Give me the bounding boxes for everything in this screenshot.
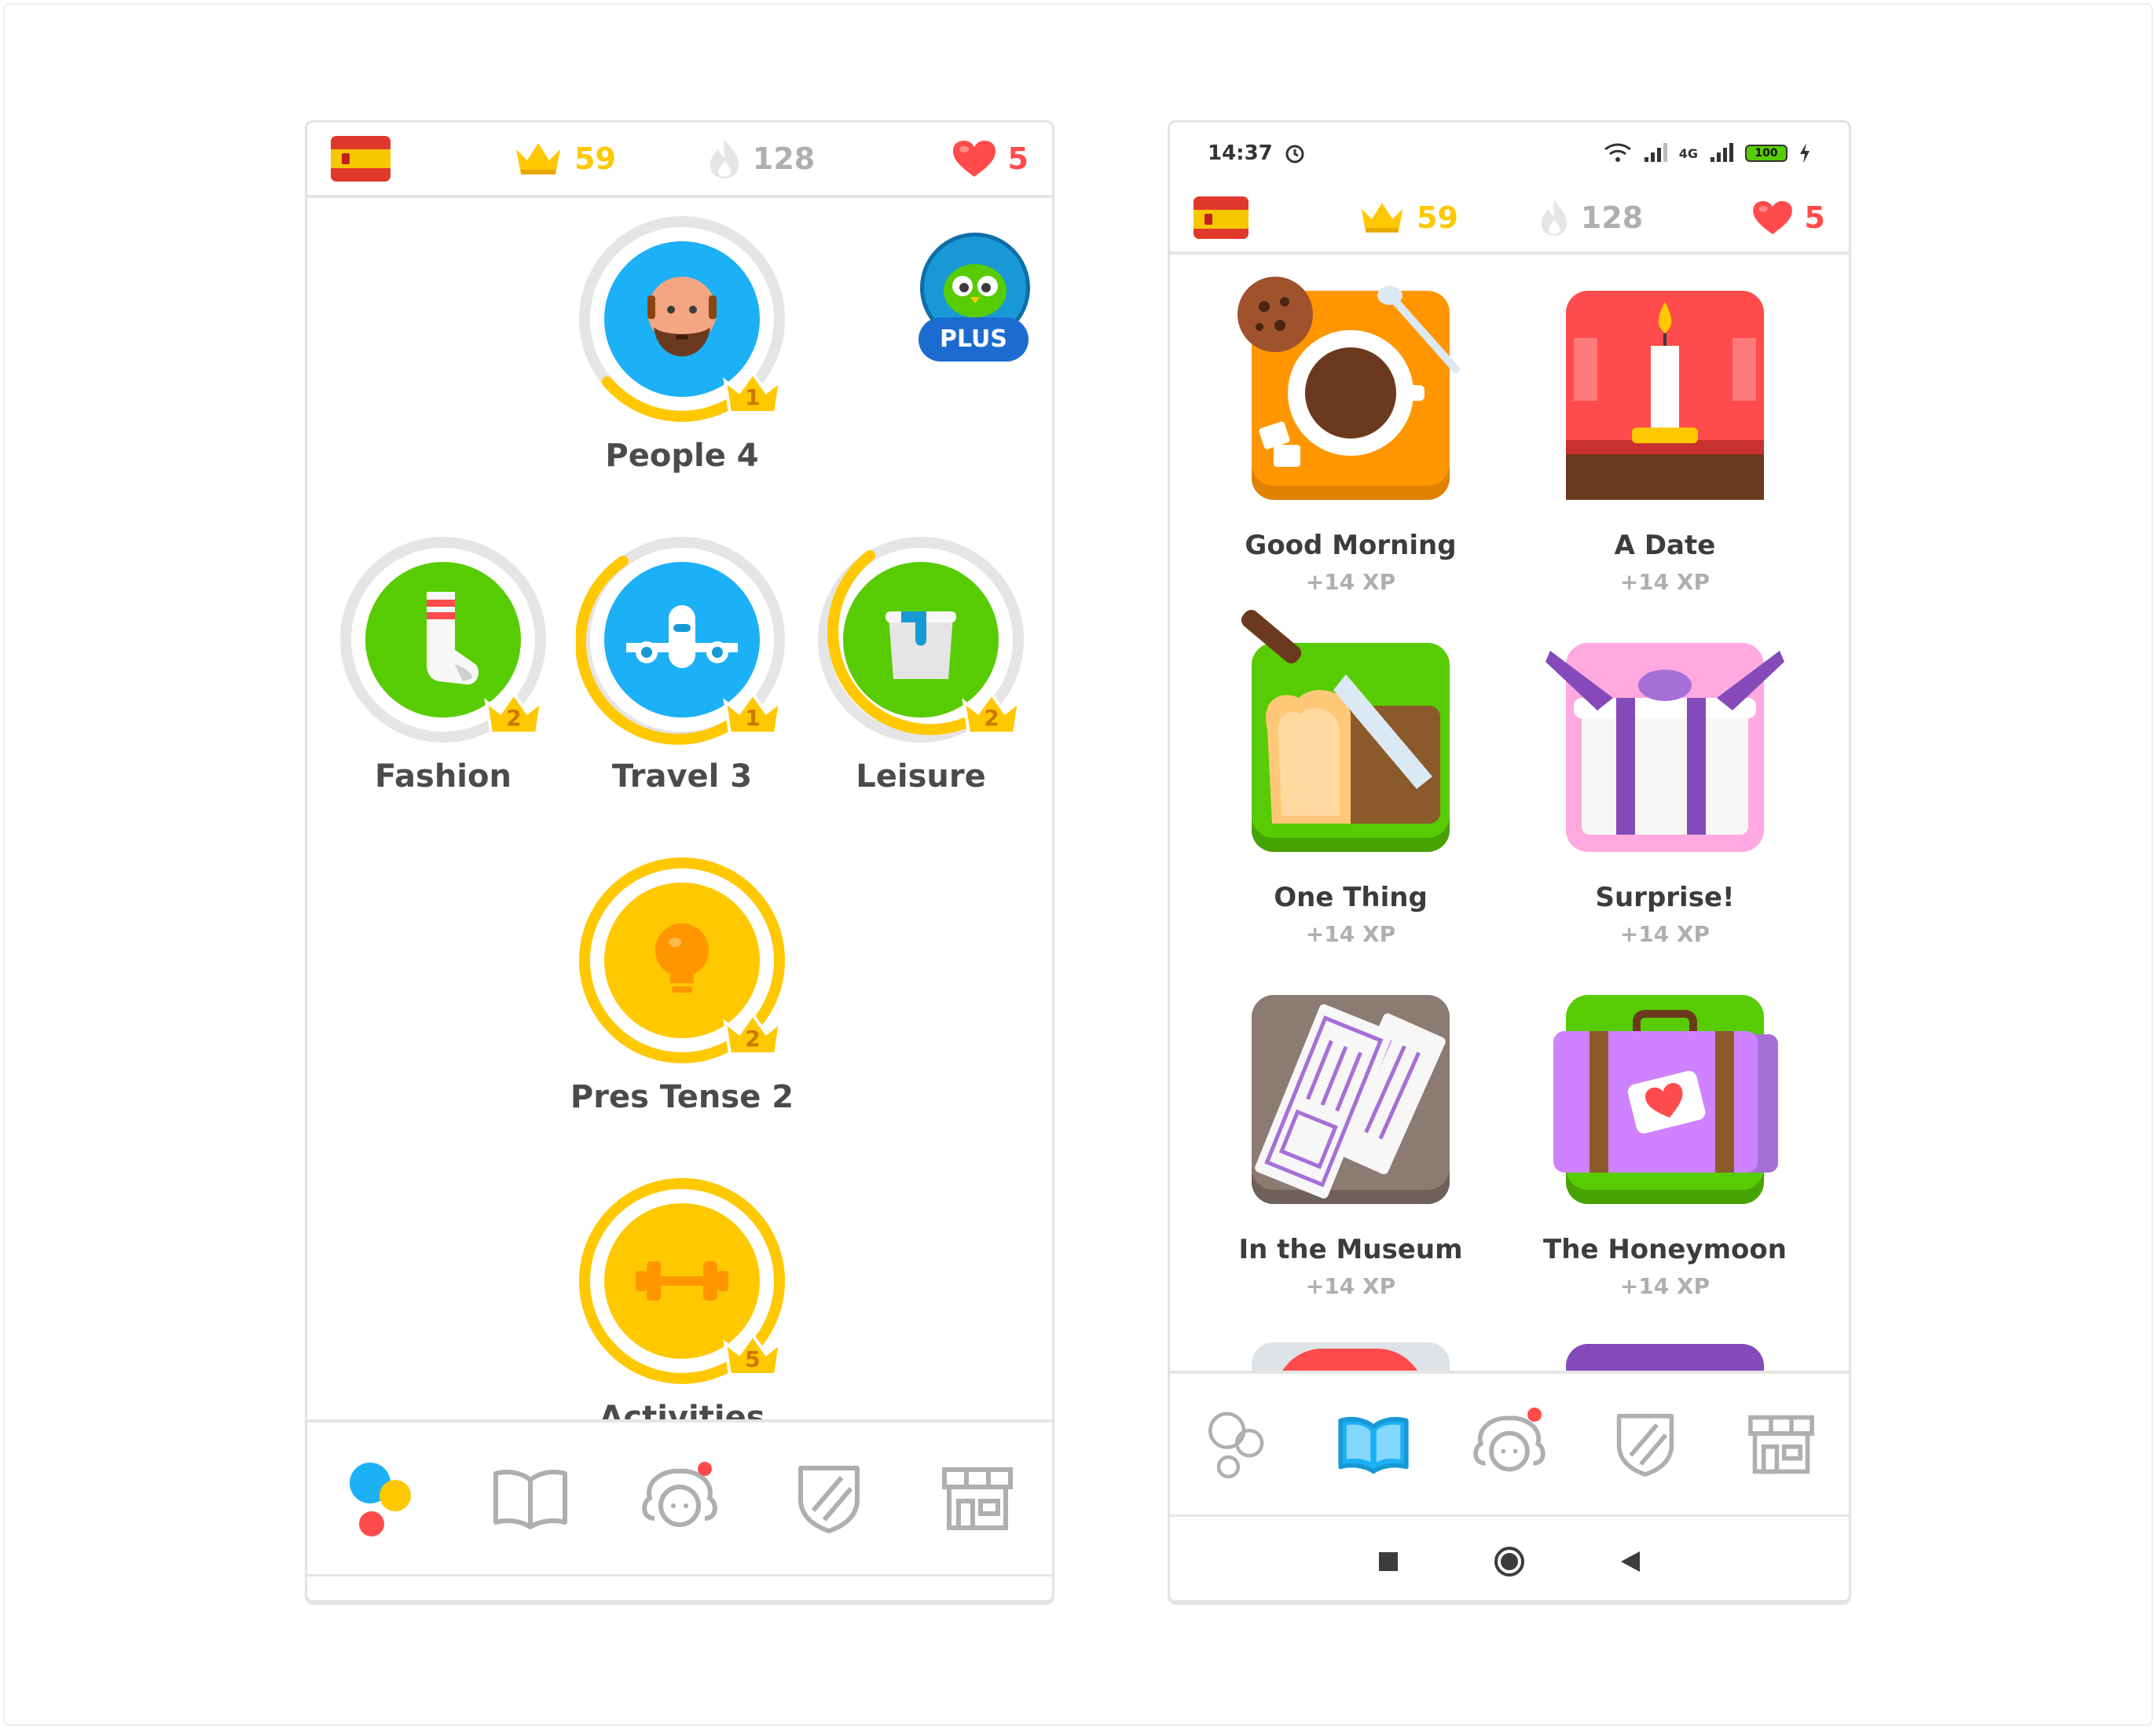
flame-icon bbox=[1541, 200, 1568, 236]
hearts-counter[interactable]: 5 bbox=[952, 139, 1028, 178]
heart-icon bbox=[1752, 200, 1792, 235]
status-bar: 14:37 4G 100 bbox=[1170, 123, 1849, 184]
skill-tree-viewport: 5 Activities bbox=[307, 198, 1052, 1419]
bread-knife-icon bbox=[1241, 609, 1450, 852]
story-the-honeymoon[interactable]: The Honeymoon +14 XP bbox=[1508, 995, 1822, 1299]
crown-count: 59 bbox=[1417, 200, 1458, 235]
flame-icon bbox=[710, 139, 739, 178]
story-title: Surprise! bbox=[1595, 882, 1735, 913]
nav-profile[interactable] bbox=[1466, 1401, 1553, 1488]
network-type: 4G bbox=[1678, 145, 1698, 161]
leagues-icon bbox=[1616, 1413, 1674, 1477]
recents-icon[interactable] bbox=[1377, 1551, 1399, 1573]
clock: 14:37 bbox=[1208, 141, 1273, 165]
coffee-cup-icon bbox=[1238, 277, 1460, 500]
skill-label: Activities bbox=[599, 1400, 765, 1419]
alarm-icon bbox=[1285, 145, 1304, 163]
crown-counter[interactable]: 59 bbox=[513, 140, 616, 178]
crown-icon bbox=[1361, 203, 1403, 233]
hearts-count: 5 bbox=[1804, 200, 1825, 235]
nav-stories[interactable] bbox=[487, 1456, 574, 1542]
story-title: The Honeymoon bbox=[1543, 1234, 1787, 1265]
streak-counter[interactable]: 128 bbox=[1538, 198, 1643, 237]
hearts-counter[interactable]: 5 bbox=[1751, 200, 1825, 236]
story-title: Good Morning bbox=[1245, 530, 1457, 561]
spanish-flag-icon[interactable] bbox=[1194, 196, 1248, 239]
story-xp: +14 XP bbox=[1619, 921, 1710, 947]
story-next-row-peek bbox=[1252, 1342, 1450, 1371]
notification-dot bbox=[1527, 1407, 1542, 1422]
story-xp: +14 XP bbox=[1305, 1273, 1396, 1299]
learn-icon bbox=[1208, 1411, 1264, 1478]
gift-box-icon bbox=[1546, 643, 1784, 852]
tickets-icon bbox=[1252, 995, 1450, 1204]
nav-learn[interactable] bbox=[339, 1456, 425, 1542]
stories-icon bbox=[493, 1469, 568, 1529]
nav-leagues[interactable] bbox=[786, 1456, 872, 1542]
nav-profile[interactable] bbox=[636, 1456, 723, 1542]
crown-icon bbox=[516, 143, 560, 174]
spanish-flag-icon[interactable] bbox=[331, 136, 390, 182]
story-good-morning[interactable]: Good Morning +14 XP bbox=[1194, 277, 1508, 595]
story-in-the-museum[interactable]: In the Museum +14 XP bbox=[1194, 995, 1508, 1299]
charging-icon bbox=[1800, 143, 1810, 163]
system-navigation-bar bbox=[1170, 1518, 1849, 1600]
nav-learn[interactable] bbox=[1194, 1401, 1281, 1488]
story-xp: +14 XP bbox=[1619, 569, 1710, 595]
bottom-navigation bbox=[1170, 1371, 1849, 1517]
story-xp: +14 XP bbox=[1305, 569, 1396, 595]
suitcase-icon bbox=[1553, 995, 1778, 1204]
story-title: One Thing bbox=[1274, 882, 1428, 913]
skill-activities[interactable]: 5 Activities bbox=[568, 1175, 796, 1419]
stories-grid: Good Morning +14 XP A Date +14 XP One Th… bbox=[1170, 255, 1849, 1371]
bottom-navigation bbox=[307, 1419, 1052, 1577]
leagues-icon bbox=[798, 1465, 860, 1533]
shop-icon bbox=[942, 1467, 1014, 1530]
signal-icon bbox=[1644, 143, 1667, 162]
back-icon[interactable] bbox=[1619, 1550, 1641, 1573]
candle-table-icon bbox=[1566, 291, 1764, 500]
heart-icon bbox=[952, 141, 996, 177]
nav-leagues[interactable] bbox=[1602, 1401, 1688, 1488]
story-one-thing[interactable]: One Thing +14 XP bbox=[1194, 609, 1508, 947]
story-title: In the Museum bbox=[1238, 1234, 1463, 1265]
nav-shop[interactable] bbox=[934, 1456, 1021, 1542]
story-xp: +14 XP bbox=[1305, 921, 1396, 947]
crown-level-badge: 5 bbox=[722, 1332, 783, 1378]
notification-dot bbox=[697, 1461, 712, 1476]
streak-count: 128 bbox=[752, 141, 816, 176]
hearts-count: 5 bbox=[1007, 141, 1028, 176]
story-next-row-peek-2 bbox=[1566, 1344, 1764, 1371]
stories-screen: 14:37 4G 100 59 128 5 Good Morning +14 X… bbox=[1168, 120, 1851, 1602]
nav-stories[interactable] bbox=[1330, 1401, 1417, 1488]
wifi-icon bbox=[1604, 143, 1631, 162]
story-surprise[interactable]: Surprise! +14 XP bbox=[1508, 643, 1822, 947]
top-stats-bar: 59 128 5 bbox=[307, 123, 1052, 198]
streak-counter[interactable]: 128 bbox=[707, 138, 815, 180]
stories-icon bbox=[1338, 1416, 1409, 1474]
streak-count: 128 bbox=[1580, 200, 1644, 235]
signal-icon-2 bbox=[1710, 143, 1733, 162]
nav-shop[interactable] bbox=[1738, 1401, 1824, 1488]
shop-icon bbox=[1747, 1415, 1814, 1474]
story-a-date[interactable]: A Date +14 XP bbox=[1508, 291, 1822, 595]
learn-icon bbox=[349, 1462, 411, 1536]
learn-screen: 59 128 5 PLUS 1 People 4 2 Fashion 1 Tra… bbox=[305, 120, 1054, 1602]
top-stats-bar: 59 128 5 bbox=[1170, 184, 1849, 255]
crown-counter[interactable]: 59 bbox=[1358, 200, 1458, 236]
home-icon[interactable] bbox=[1494, 1546, 1525, 1577]
crown-count: 59 bbox=[574, 141, 616, 176]
story-xp: +14 XP bbox=[1619, 1273, 1710, 1299]
battery-level: 100 bbox=[1745, 145, 1788, 162]
story-title: A Date bbox=[1614, 530, 1716, 561]
